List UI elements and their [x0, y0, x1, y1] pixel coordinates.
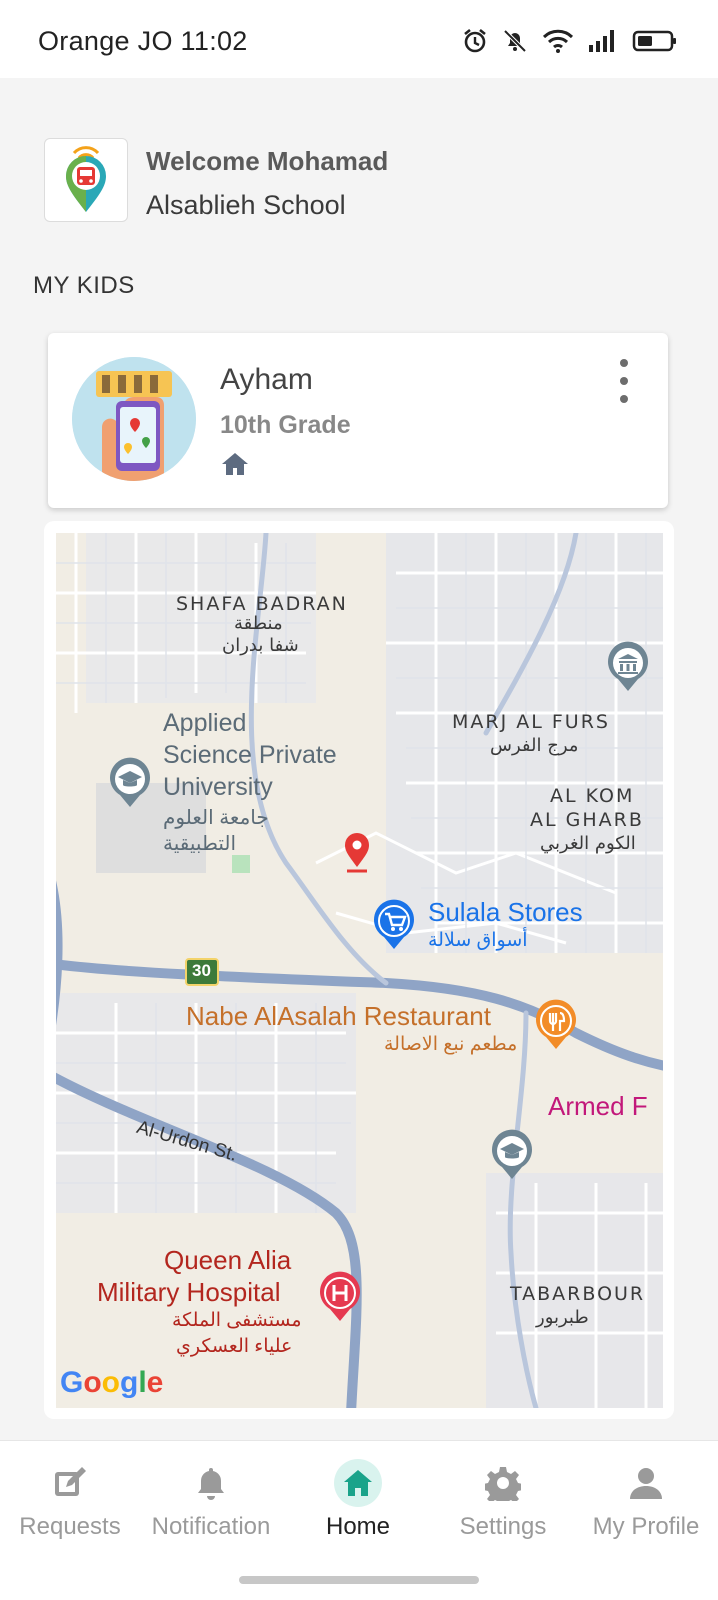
wifi-icon [542, 28, 574, 54]
map-view[interactable]: SHAFA BADRAN منطقة شفا بدران MARJ AL FUR… [56, 533, 663, 1408]
status-bar: Orange JO 11:02 [0, 0, 718, 78]
nav-label: Requests [19, 1513, 121, 1540]
status-icons [462, 28, 678, 54]
poi-university: University [163, 773, 273, 801]
area-label-kom: AL KOM [550, 785, 635, 807]
more-dot [620, 377, 628, 385]
signal-icon [588, 29, 618, 53]
home-icon [334, 1459, 382, 1507]
poi-sulala-stores: Sulala Stores [428, 897, 583, 927]
kid-card[interactable]: Ayham 10th Grade [48, 333, 668, 508]
section-title: MY KIDS [33, 272, 135, 299]
school-name: Alsablieh School [146, 190, 346, 220]
poi-restaurant: Nabe AlAsalah Restaurant [186, 1001, 491, 1031]
nav-label: My Profile [592, 1513, 700, 1540]
bell-muted-icon [502, 28, 528, 54]
more-dot [620, 395, 628, 403]
poi-university-ar: جامعة العلوم [163, 807, 269, 829]
map-card: SHAFA BADRAN منطقة شفا بدران MARJ AL FUR… [44, 521, 674, 1419]
kid-grade: 10th Grade [220, 411, 351, 439]
nav-requests[interactable]: Requests [0, 1441, 142, 1551]
area-label-kom: AL GHARB [530, 809, 644, 831]
poi-hospital: Queen Alia [164, 1245, 292, 1275]
more-options-button[interactable] [616, 359, 632, 403]
poi-university-ar: التطبيقية [163, 833, 237, 855]
welcome-text: Welcome Mohamad [146, 146, 389, 176]
nav-home[interactable]: Home [286, 1441, 430, 1551]
area-label-shafa-ar: شفا بدران [222, 635, 299, 656]
area-label-marj: MARJ AL FURS [452, 711, 610, 733]
home-icon [220, 451, 250, 482]
carrier-time: Orange JO 11:02 [38, 26, 248, 56]
nav-my-profile[interactable]: My Profile [574, 1441, 718, 1551]
poi-sulala-stores-ar: أسواق سلالة [428, 930, 528, 951]
route-number: 30 [192, 961, 211, 980]
gear-icon [479, 1459, 527, 1507]
school-bus-logo [44, 138, 128, 222]
person-icon [622, 1459, 670, 1507]
poi-university: Science Private [163, 741, 337, 769]
nav-notification[interactable]: Notification [139, 1441, 283, 1551]
bell-icon [187, 1459, 235, 1507]
area-label-kom-ar: الكوم الغربي [540, 833, 636, 854]
nav-settings[interactable]: Settings [431, 1441, 575, 1551]
edit-icon [46, 1459, 94, 1507]
area-label-tabarbour: TABARBOUR [510, 1283, 646, 1305]
battery-icon [632, 29, 678, 53]
google-logo: Google [60, 1366, 164, 1399]
nav-label: Settings [459, 1513, 547, 1540]
alarm-icon [462, 28, 488, 54]
nav-label: Home [325, 1513, 391, 1540]
area-label-marj-ar: مرج الفرس [490, 735, 579, 756]
more-dot [620, 359, 628, 367]
poi-hospital: Military Hospital [97, 1277, 281, 1307]
home-indicator-bar[interactable] [239, 1576, 479, 1584]
poi-restaurant-ar: مطعم نبع الاصالة [384, 1034, 518, 1055]
nav-label: Notification [151, 1513, 271, 1540]
poi-hospital-ar: علياء العسكري [176, 1336, 293, 1357]
area-label-shafa: SHAFA BADRAN [176, 593, 348, 615]
area-label-shafa-ar: منطقة [234, 613, 283, 634]
kid-name: Ayham [220, 363, 313, 396]
poi-hospital-ar: مستشفى الملكة [172, 1310, 302, 1331]
area-label-tabarbour-ar: طبربور [536, 1307, 589, 1328]
kid-avatar [72, 357, 196, 481]
poi-university: Applied [163, 709, 247, 737]
poi-armed-forces: Armed F [548, 1091, 648, 1121]
